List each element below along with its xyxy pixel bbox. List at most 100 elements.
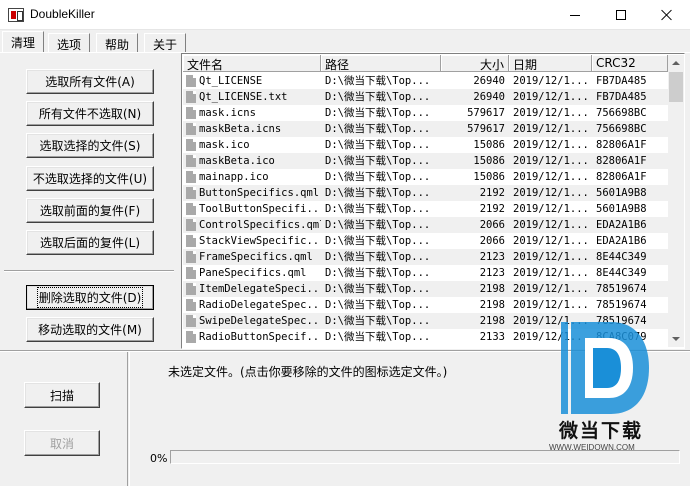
cell-size: 2123 xyxy=(479,251,505,263)
tab-clean[interactable]: 清理 xyxy=(2,31,45,52)
cell-name: SwipeDelegateSpec... xyxy=(199,315,321,327)
file-icon[interactable] xyxy=(186,299,196,311)
deselect-selected-label: 不选取选择的文件(U) xyxy=(32,172,148,186)
file-icon[interactable] xyxy=(186,139,196,151)
cell-crc: 5601A9B8 xyxy=(596,187,647,199)
file-icon[interactable] xyxy=(186,123,196,135)
scan-button[interactable]: 扫描 xyxy=(24,382,100,408)
file-icon[interactable] xyxy=(186,107,196,119)
move-selected-button[interactable]: 移动选取的文件(M) xyxy=(26,317,154,342)
file-icon[interactable] xyxy=(186,171,196,183)
scroll-thumb[interactable] xyxy=(669,72,683,102)
table-row[interactable]: ButtonSpecifics.qml D:\微当下载\Top... 2192 201… xyxy=(183,185,668,201)
cell-crc: 78519674 xyxy=(596,283,647,295)
file-icon[interactable] xyxy=(186,331,196,343)
tab-help[interactable]: 帮助 xyxy=(96,33,139,52)
column-header-date[interactable]: 日期 xyxy=(509,55,592,72)
select-all-label: 选取所有文件(A) xyxy=(45,75,135,89)
tab-bar: 清理 选项 帮助 关于 xyxy=(0,31,690,52)
table-row[interactable]: maskBeta.icns D:\微当下载\Top... 579617 2019/12… xyxy=(183,121,668,137)
cell-path: D:\微当下载\Top... xyxy=(325,331,431,343)
cell-size: 15086 xyxy=(473,139,505,151)
cell-path: D:\微当下载\Top... xyxy=(325,203,431,215)
file-icon[interactable] xyxy=(186,251,196,263)
cell-size: 26940 xyxy=(473,91,505,103)
delete-selected-button[interactable]: 删除选取的文件(D) xyxy=(26,285,154,310)
file-icon[interactable] xyxy=(186,235,196,247)
column-header-path[interactable]: 路径 xyxy=(321,55,441,72)
cell-crc: EDA2A1B6 xyxy=(596,235,647,247)
cell-size: 15086 xyxy=(473,171,505,183)
table-row[interactable]: PaneSpecifics.qml D:\微当下载\Top... 2123 2019/… xyxy=(183,265,668,281)
tab-about[interactable]: 关于 xyxy=(144,33,187,52)
file-icon[interactable] xyxy=(186,155,196,167)
scroll-up-button[interactable] xyxy=(668,55,684,71)
file-list[interactable]: 文件名 路径 大小 日期 CRC32 Qt_LICENSE D:\微当下载\Top… xyxy=(181,53,685,349)
select-all-button[interactable]: 选取所有文件(A) xyxy=(26,69,154,94)
file-icon[interactable] xyxy=(186,91,196,103)
tab-options[interactable]: 选项 xyxy=(48,33,91,52)
deselect-selected-button[interactable]: 不选取选择的文件(U) xyxy=(26,166,154,191)
file-icon[interactable] xyxy=(186,283,196,295)
cell-name: ToolButtonSpecifi... xyxy=(199,203,321,215)
cell-crc: 82806A1F xyxy=(596,155,647,167)
column-header-crc[interactable]: CRC32 xyxy=(592,55,668,72)
cell-crc: 756698BC xyxy=(596,123,647,135)
cancel-button[interactable]: 取消 xyxy=(24,430,100,456)
column-header-size[interactable]: 大小 xyxy=(441,55,509,72)
cell-name: FrameSpecifics.qml xyxy=(199,251,313,263)
cell-size: 2066 xyxy=(479,235,505,247)
cell-name: maskBeta.icns xyxy=(199,123,282,135)
cell-size: 2192 xyxy=(479,203,505,215)
table-row[interactable]: mask.icns D:\微当下载\Top... 579617 2019/12/1..… xyxy=(183,105,668,121)
file-icon[interactable] xyxy=(186,203,196,215)
table-row[interactable]: StackViewSpecific... D:\微当下载\Top... 2066 20… xyxy=(183,233,668,249)
status-message: 未选定文件。(点击你要移除的文件的图标选定文件。) xyxy=(168,365,448,379)
table-row[interactable]: maskBeta.ico D:\微当下载\Top... 15086 2019/12/1… xyxy=(183,153,668,169)
select-first-duplicate-button[interactable]: 选取前面的复件(F) xyxy=(26,198,154,223)
cell-name: RadioDelegateSpec... xyxy=(199,299,321,311)
cell-path: D:\微当下载\Top... xyxy=(325,107,431,119)
cell-date: 2019/12/1... xyxy=(513,155,589,167)
file-icon[interactable] xyxy=(186,267,196,279)
table-row[interactable]: FrameSpecifics.qml D:\微当下载\Top... 2123 2019… xyxy=(183,249,668,265)
table-row[interactable]: RadioDelegateSpec... D:\微当下载\Top... 2198 20… xyxy=(183,297,668,313)
cell-size: 15086 xyxy=(473,155,505,167)
file-icon[interactable] xyxy=(186,187,196,199)
cell-crc: 756698BC xyxy=(596,107,647,119)
table-row[interactable]: Qt_LICENSE D:\微当下载\Top... 26940 2019/12/1..… xyxy=(183,73,668,89)
watermark-url: WWW.WEIDOWN.COM xyxy=(549,443,635,452)
cell-date: 2019/12/1... xyxy=(513,139,589,151)
minimize-button[interactable] xyxy=(552,0,598,30)
cell-name: mask.ico xyxy=(199,139,250,151)
cell-crc: 8E44C349 xyxy=(596,251,647,263)
file-list-body: 文件名 路径 大小 日期 CRC32 Qt_LICENSE D:\微当下载\Top… xyxy=(183,55,668,347)
cell-path: D:\微当下载\Top... xyxy=(325,251,431,263)
maximize-button[interactable] xyxy=(598,0,644,30)
vertical-scrollbar[interactable] xyxy=(668,55,684,347)
cell-path: D:\微当下载\Top... xyxy=(325,187,431,199)
table-row[interactable]: ItemDelegateSpeci... D:\微当下载\Top... 2198 20… xyxy=(183,281,668,297)
scroll-up-icon xyxy=(672,61,680,65)
select-selected-button[interactable]: 选取选择的文件(S) xyxy=(26,133,154,158)
cell-name: mainapp.ico xyxy=(199,171,269,183)
deselect-all-button[interactable]: 所有文件不选取(N) xyxy=(26,101,154,126)
cell-name: ControlSpecifics.qml xyxy=(199,219,321,231)
cell-name: Qt_LICENSE xyxy=(199,75,263,87)
cell-crc: 78519674 xyxy=(596,299,647,311)
cell-crc: 5601A9B8 xyxy=(596,203,647,215)
table-row[interactable]: mask.ico D:\微当下载\Top... 15086 2019/12/1... 8… xyxy=(183,137,668,153)
column-header-name[interactable]: 文件名 xyxy=(183,55,321,72)
table-row[interactable]: Qt_LICENSE.txt D:\微当下载\Top... 26940 2019/12… xyxy=(183,89,668,105)
table-row[interactable]: mainapp.ico D:\微当下载\Top... 15086 2019/12/1.… xyxy=(183,169,668,185)
cell-crc: EDA2A1B6 xyxy=(596,219,647,231)
close-button[interactable] xyxy=(644,0,690,30)
file-icon[interactable] xyxy=(186,315,196,327)
file-icon[interactable] xyxy=(186,75,196,87)
table-row[interactable]: ToolButtonSpecifi... D:\微当下载\Top... 2192 20… xyxy=(183,201,668,217)
table-row[interactable]: ControlSpecifics.qml D:\微当下载\Top... 2066 20… xyxy=(183,217,668,233)
scroll-down-button[interactable] xyxy=(668,331,684,347)
panel-separator xyxy=(4,270,174,272)
file-icon[interactable] xyxy=(186,219,196,231)
select-last-duplicate-button[interactable]: 选取后面的复件(L) xyxy=(26,230,154,255)
